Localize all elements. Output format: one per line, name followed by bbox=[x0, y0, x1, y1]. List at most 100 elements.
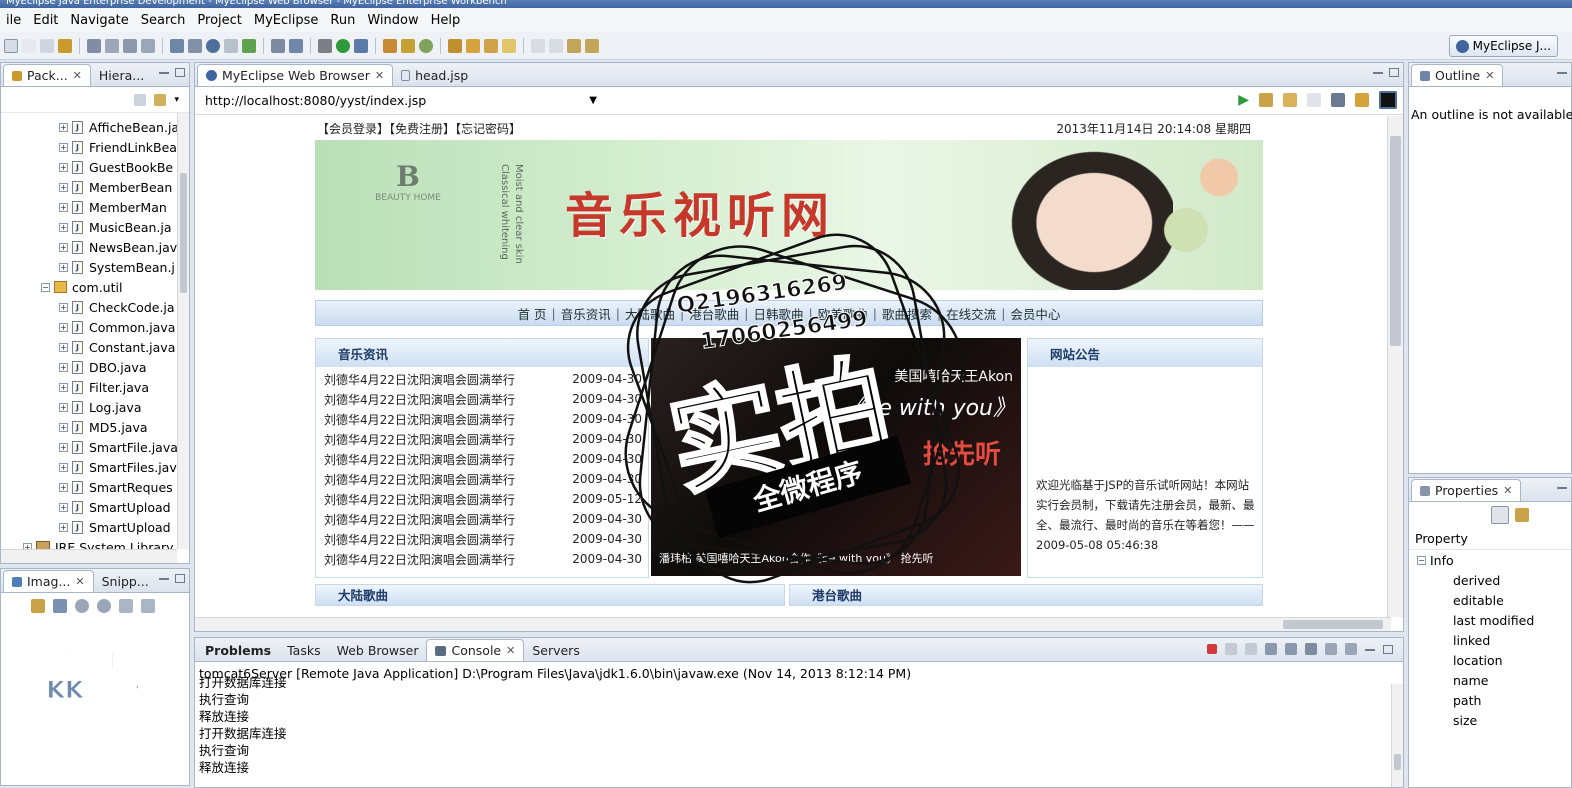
tab-outline[interactable]: Outline ✕ bbox=[1411, 64, 1504, 86]
property-row[interactable]: name bbox=[1409, 670, 1571, 690]
browser-horizontal-scrollbar[interactable] bbox=[195, 617, 1391, 631]
nav-member-center[interactable]: 会员中心 bbox=[1005, 304, 1065, 323]
expand-icon[interactable]: + bbox=[59, 342, 68, 352]
menu-file[interactable]: ile bbox=[0, 13, 27, 28]
tree-item[interactable]: + J SmartReques bbox=[1, 477, 189, 497]
go-icon[interactable]: ▶ bbox=[1238, 92, 1249, 108]
minimize-icon[interactable] bbox=[1557, 486, 1567, 489]
wizard-icon[interactable] bbox=[141, 38, 155, 53]
tab-head-jsp[interactable]: head.jsp bbox=[393, 64, 476, 86]
menu-search[interactable]: Search bbox=[135, 13, 192, 28]
news-item[interactable]: 刘德华4月22日沈阳演唱会圆满举行 2009-04-30 bbox=[316, 449, 648, 469]
expand-icon[interactable]: + bbox=[59, 322, 68, 332]
expand-icon[interactable]: + bbox=[59, 182, 68, 192]
expand-icon[interactable]: + bbox=[59, 442, 68, 452]
menu-navigate[interactable]: Navigate bbox=[64, 13, 134, 28]
menu-project[interactable]: Project bbox=[191, 13, 247, 28]
news-item[interactable]: 刘德华4月22日沈阳演唱会圆满举行 2009-04-30 bbox=[316, 469, 648, 489]
news-title[interactable]: 刘德华4月22日沈阳演唱会圆满举行 bbox=[324, 471, 515, 488]
minimize-icon[interactable] bbox=[1557, 71, 1567, 74]
news-title[interactable]: 刘德华4月22日沈阳演唱会圆满举行 bbox=[324, 451, 515, 468]
maximize-icon[interactable] bbox=[175, 574, 185, 583]
news-item[interactable]: 刘德华4月22日沈阳演唱会圆满举行 2009-04-30 bbox=[316, 529, 648, 549]
categories-icon[interactable] bbox=[1491, 506, 1509, 524]
back-icon[interactable] bbox=[567, 38, 581, 53]
property-row[interactable]: editable bbox=[1409, 590, 1571, 610]
scrollbar-thumb[interactable] bbox=[180, 173, 187, 293]
menu-run[interactable]: Run bbox=[324, 13, 361, 28]
zoom-out-icon[interactable] bbox=[75, 599, 89, 613]
dropdown-arrow-icon[interactable]: ▼ bbox=[589, 95, 597, 106]
nav-online-chat[interactable]: 在线交流 bbox=[941, 304, 1001, 323]
tree-item[interactable]: + J Filter.java bbox=[1, 377, 189, 397]
expand-icon[interactable]: + bbox=[59, 222, 68, 232]
gear-icon[interactable] bbox=[87, 38, 101, 53]
tab-image-preview[interactable]: Imag... ✕ bbox=[3, 570, 94, 592]
tree-item[interactable]: + J SmartUpload bbox=[1, 517, 189, 537]
camera-icon[interactable] bbox=[271, 38, 285, 53]
tree-item[interactable]: + J AfficheBean.ja bbox=[1, 117, 189, 137]
server-icon[interactable] bbox=[123, 38, 137, 53]
zoom-in-icon[interactable] bbox=[97, 599, 111, 613]
expand-icon[interactable]: + bbox=[59, 502, 68, 512]
expand-icon[interactable]: + bbox=[59, 202, 68, 212]
tab-snippets[interactable]: Snipp... bbox=[94, 570, 157, 592]
expand-icon[interactable]: + bbox=[59, 422, 68, 432]
close-icon[interactable]: ✕ bbox=[1485, 69, 1494, 82]
tree-package[interactable]: − com.util bbox=[1, 277, 189, 297]
refresh-icon[interactable] bbox=[242, 38, 256, 53]
news-item[interactable]: 刘德华4月22日沈阳演唱会圆满举行 2009-04-30 bbox=[316, 369, 648, 389]
pin-icon[interactable] bbox=[31, 599, 45, 613]
tab-tasks[interactable]: Tasks bbox=[279, 639, 329, 661]
news-title[interactable]: 刘德华4月22日沈阳演唱会圆满举行 bbox=[324, 411, 515, 428]
property-row[interactable]: size bbox=[1409, 710, 1571, 730]
tree-item[interactable]: + J Log.java bbox=[1, 397, 189, 417]
close-icon[interactable]: ✕ bbox=[506, 644, 515, 657]
close-icon[interactable]: ✕ bbox=[375, 69, 384, 82]
open-console-icon[interactable] bbox=[1345, 643, 1357, 655]
expand-icon[interactable]: + bbox=[59, 362, 68, 372]
menu-window[interactable]: Window bbox=[361, 13, 424, 28]
tab-properties[interactable]: Properties ✕ bbox=[1411, 479, 1522, 501]
scrollbar-thumb[interactable] bbox=[1390, 136, 1401, 346]
expand-icon[interactable]: + bbox=[59, 522, 68, 532]
open-type-icon[interactable] bbox=[419, 38, 433, 53]
expand-icon[interactable]: + bbox=[59, 462, 68, 472]
scroll-lock-icon[interactable] bbox=[1285, 643, 1297, 655]
nav-mainland-songs[interactable]: 大陆歌曲 bbox=[620, 304, 680, 323]
minimize-icon[interactable] bbox=[159, 577, 169, 580]
news-item[interactable]: 刘德华4月22日沈阳演唱会圆满举行 2009-04-30 bbox=[316, 389, 648, 409]
tree-item[interactable]: + J MD5.java bbox=[1, 417, 189, 437]
tree-item[interactable]: + J Common.java bbox=[1, 317, 189, 337]
task-icon[interactable] bbox=[484, 38, 498, 53]
tab-servers[interactable]: Servers bbox=[524, 639, 588, 661]
expand-icon[interactable]: + bbox=[59, 122, 68, 132]
news-item[interactable]: 刘德华4月22日沈阳演唱会圆满举行 2009-04-30 bbox=[316, 549, 648, 569]
collapse-all-icon[interactable] bbox=[134, 93, 147, 106]
search-icon[interactable] bbox=[466, 38, 480, 53]
close-icon[interactable]: ✕ bbox=[1503, 484, 1512, 497]
copy-icon[interactable] bbox=[224, 38, 238, 53]
news-title[interactable]: 刘德华4月22日沈阳演唱会圆满举行 bbox=[324, 391, 515, 408]
clear-console-icon[interactable] bbox=[1265, 643, 1277, 655]
property-row[interactable]: derived bbox=[1409, 570, 1571, 590]
explorer-horizontal-scrollbar[interactable] bbox=[1, 549, 177, 563]
property-row[interactable]: last modified bbox=[1409, 610, 1571, 630]
tab-package-explorer[interactable]: Pack... ✕ bbox=[3, 64, 91, 86]
menu-myeclipse[interactable]: MyEclipse bbox=[248, 13, 325, 28]
perspective-switcher[interactable]: MyEclipse J... bbox=[1448, 35, 1558, 57]
news-title[interactable]: 刘德华4月22日沈阳演唱会圆满举行 bbox=[324, 511, 515, 528]
package-icon[interactable] bbox=[58, 38, 72, 53]
deploy-icon[interactable] bbox=[105, 38, 119, 53]
maximize-icon[interactable] bbox=[1389, 68, 1399, 77]
url-input[interactable]: http://localhost:8080/yyst/index.jsp ▼ bbox=[201, 91, 601, 111]
member-links[interactable]: 【会员登录】【免费注册】【忘记密码】 bbox=[317, 120, 521, 137]
display-console-icon[interactable] bbox=[1325, 643, 1337, 655]
run-icon[interactable] bbox=[336, 38, 350, 53]
minimize-icon[interactable] bbox=[159, 71, 169, 74]
minimize-icon[interactable] bbox=[1373, 71, 1383, 74]
maximize-icon[interactable] bbox=[175, 68, 185, 77]
expand-icon[interactable]: + bbox=[59, 382, 68, 392]
remove-launch-icon[interactable] bbox=[1225, 643, 1237, 655]
news-title[interactable]: 刘德华4月22日沈阳演唱会圆满举行 bbox=[324, 431, 515, 448]
